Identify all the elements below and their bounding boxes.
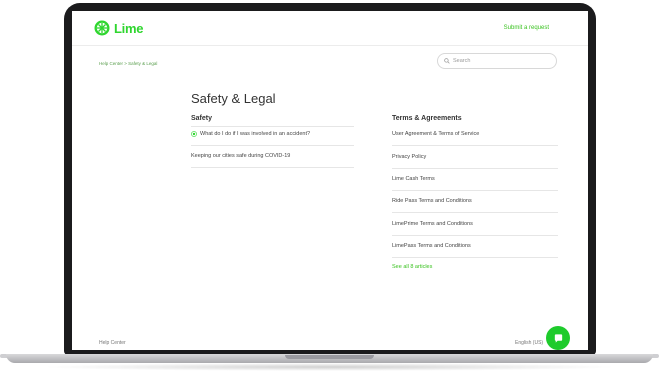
- search-input[interactable]: Search: [437, 53, 557, 69]
- terms-article-label: LimePrime Terms and Conditions: [392, 221, 473, 227]
- lime-logo-icon: [94, 20, 110, 36]
- search-icon: [444, 58, 450, 64]
- terms-article-label: Privacy Policy: [392, 154, 427, 160]
- lime-logo[interactable]: Lime: [94, 20, 143, 36]
- page-title: Safety & Legal: [191, 91, 276, 106]
- laptop-screen: Lime Submit a request Help Center > Safe…: [72, 11, 588, 350]
- terms-article-link[interactable]: LimePrime Terms and Conditions: [392, 213, 473, 235]
- safety-article-label: Keeping our cities safe during COVID-19: [191, 153, 291, 159]
- terms-article-label: Ride Pass Terms and Conditions: [392, 198, 472, 204]
- terms-article-label: LimePass Terms and Conditions: [392, 243, 471, 249]
- terms-article-label: User Agreement & Terms of Service: [392, 131, 480, 137]
- chat-bubble-icon: [554, 333, 562, 343]
- terms-heading: Terms & Agreements: [392, 115, 462, 122]
- terms-article-link[interactable]: Privacy Policy: [392, 146, 426, 168]
- search-placeholder: Search: [453, 58, 471, 64]
- language-selector[interactable]: English (US): [515, 340, 543, 346]
- terms-article-link[interactable]: Lime Cash Terms: [392, 168, 435, 190]
- laptop-shadow: [40, 363, 619, 371]
- site-header: Lime Submit a request: [72, 11, 588, 46]
- logo-text: Lime: [114, 20, 144, 36]
- terms-article-link[interactable]: User Agreement & Terms of Service: [392, 123, 479, 145]
- terms-article-label: Lime Cash Terms: [392, 176, 435, 182]
- divider: [191, 167, 354, 168]
- submit-request-link[interactable]: Submit a request: [504, 25, 549, 31]
- check-circle-icon: [191, 131, 197, 137]
- see-all-articles-link[interactable]: See all 8 articles: [392, 264, 432, 270]
- laptop-notch: [285, 355, 374, 359]
- terms-article-link[interactable]: Ride Pass Terms and Conditions: [392, 190, 472, 212]
- safety-article-link[interactable]: Keeping our cities safe during COVID-19: [191, 145, 290, 167]
- terms-article-link[interactable]: LimePass Terms and Conditions: [392, 235, 471, 257]
- safety-article-link[interactable]: What do I do if I was involved in an acc…: [191, 123, 310, 145]
- footer-help-center-link[interactable]: Help Center: [99, 340, 126, 346]
- safety-heading: Safety: [191, 115, 213, 122]
- safety-article-label: What do I do if I was involved in an acc…: [200, 131, 311, 137]
- breadcrumb[interactable]: Help Center > Safety & Legal: [99, 61, 157, 66]
- divider: [392, 257, 558, 258]
- chat-button[interactable]: [546, 326, 570, 350]
